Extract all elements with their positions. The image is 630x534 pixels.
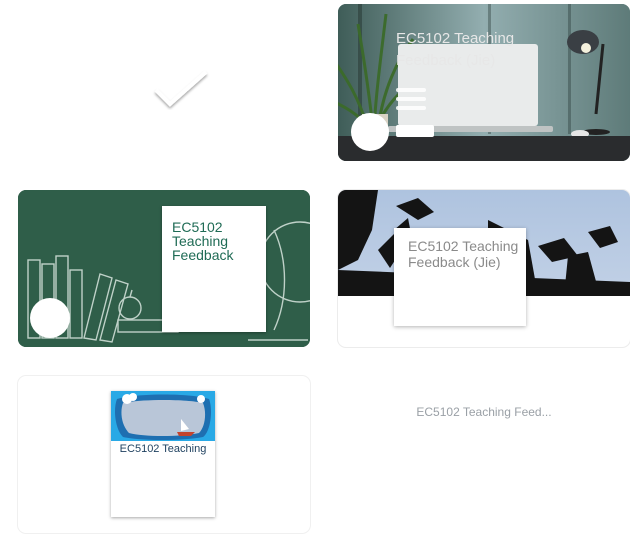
placeholder-line	[396, 106, 426, 110]
template-tile-chalkboard[interactable]: EC5102 Teaching Feedback	[18, 190, 310, 347]
avatar	[351, 113, 389, 151]
checkmark-icon	[154, 70, 208, 107]
placeholder-line	[396, 88, 426, 92]
template-tile-sailboat[interactable]: EC5102 Teaching	[18, 376, 310, 533]
tile-title: EC5102 Teaching	[119, 443, 207, 455]
document-preview: EC5102 Teaching Feedback	[162, 206, 266, 332]
document-preview: EC5102 Teaching Feedback (Jie)	[394, 228, 526, 326]
template-tile-selected[interactable]	[18, 4, 310, 161]
placeholder-line	[396, 97, 426, 101]
tile-title: EC5102 Teaching Feedback	[172, 219, 234, 263]
tile-title: EC5102 Teaching Feedback (Jie)	[408, 238, 519, 270]
document-preview: EC5102 Teaching	[111, 391, 215, 517]
template-tile-text[interactable]: EC5102 Teaching Feed...	[338, 376, 630, 533]
template-tile-desk[interactable]: EC5102 Teaching Feedback (Jie)	[338, 4, 630, 161]
tile-title: EC5102 Teaching Feed...	[416, 405, 552, 419]
template-tile-graduation[interactable]: EC5102 Teaching Feedback (Jie)	[338, 190, 630, 347]
placeholder-button	[396, 125, 434, 137]
avatar	[30, 298, 70, 338]
tile-title: EC5102 Teaching Feedback (Jie)	[396, 30, 515, 69]
sailboat-illustration	[115, 393, 211, 440]
sailboat-header	[111, 391, 215, 441]
